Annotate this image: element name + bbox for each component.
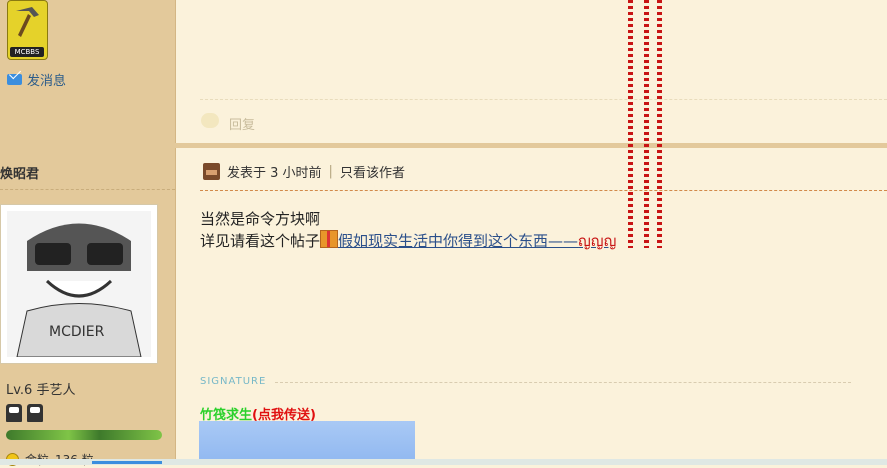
post-divider [0,143,887,148]
reply-row [200,99,887,140]
svg-text:MCDIER: MCDIER [49,324,105,340]
post-meta: 发表于 3 小时前 | 只看该作者 [203,162,405,181]
scrollbar-thumb[interactable] [92,461,162,464]
user-level: Lv.6 手艺人 [6,383,76,398]
minecart-medal-icon[interactable] [6,404,22,422]
post-line-1: 当然是命令方块啊 [200,210,321,228]
avatar-image: MCDIER [7,211,151,357]
meta-separator: | [328,164,333,179]
gift-icon [320,230,339,248]
experience-fill [6,430,162,440]
signature-label: SIGNATURE [200,376,267,387]
avatar[interactable]: MCDIER [0,204,158,364]
post-time: 发表于 3 小时前 [227,166,322,181]
experience-bar [6,430,162,440]
thread-link-text: 假如现实生活中你得到这个东西—— [338,232,579,250]
badge-tag: MCBBS [10,47,44,57]
send-message-label: 发消息 [27,74,67,89]
post-line-2-prefix: 详见请看这个帖子 [200,232,321,250]
author-separator [0,189,175,190]
reply-bubble-icon[interactable] [201,113,219,128]
medal-list [6,404,43,422]
post-line-2: 详见请看这个帖子 假如现实生活中你得到这个东西——ญญญ [200,230,616,252]
reply-button[interactable]: 回复 [229,114,255,133]
thread-link[interactable]: 假如现实生活中你得到这个东西——ญญญ [338,232,616,250]
post-body: 当然是命令方块啊 详见请看这个帖子 假如现实生活中你得到这个东西——ญญญ [200,208,616,252]
signature-divider [275,382,851,383]
medal-badge[interactable]: MCBBS [7,0,48,60]
meta-divider [200,190,887,191]
zalgo-text: ญญญ [578,232,617,250]
author-name[interactable]: 焕昭君 [0,163,39,182]
zalgo-overflow-streak [657,0,662,248]
minecart-medal-icon[interactable] [27,404,43,422]
mail-icon [7,74,22,85]
pickaxe-icon [16,7,39,37]
zalgo-overflow-streak [644,0,649,248]
zalgo-overflow-streak [628,0,633,248]
send-message-link[interactable]: 发消息 [7,70,66,89]
online-status-icon [203,163,220,180]
bottom-scrollbar[interactable] [0,459,887,465]
only-author-link[interactable]: 只看该作者 [340,162,405,181]
